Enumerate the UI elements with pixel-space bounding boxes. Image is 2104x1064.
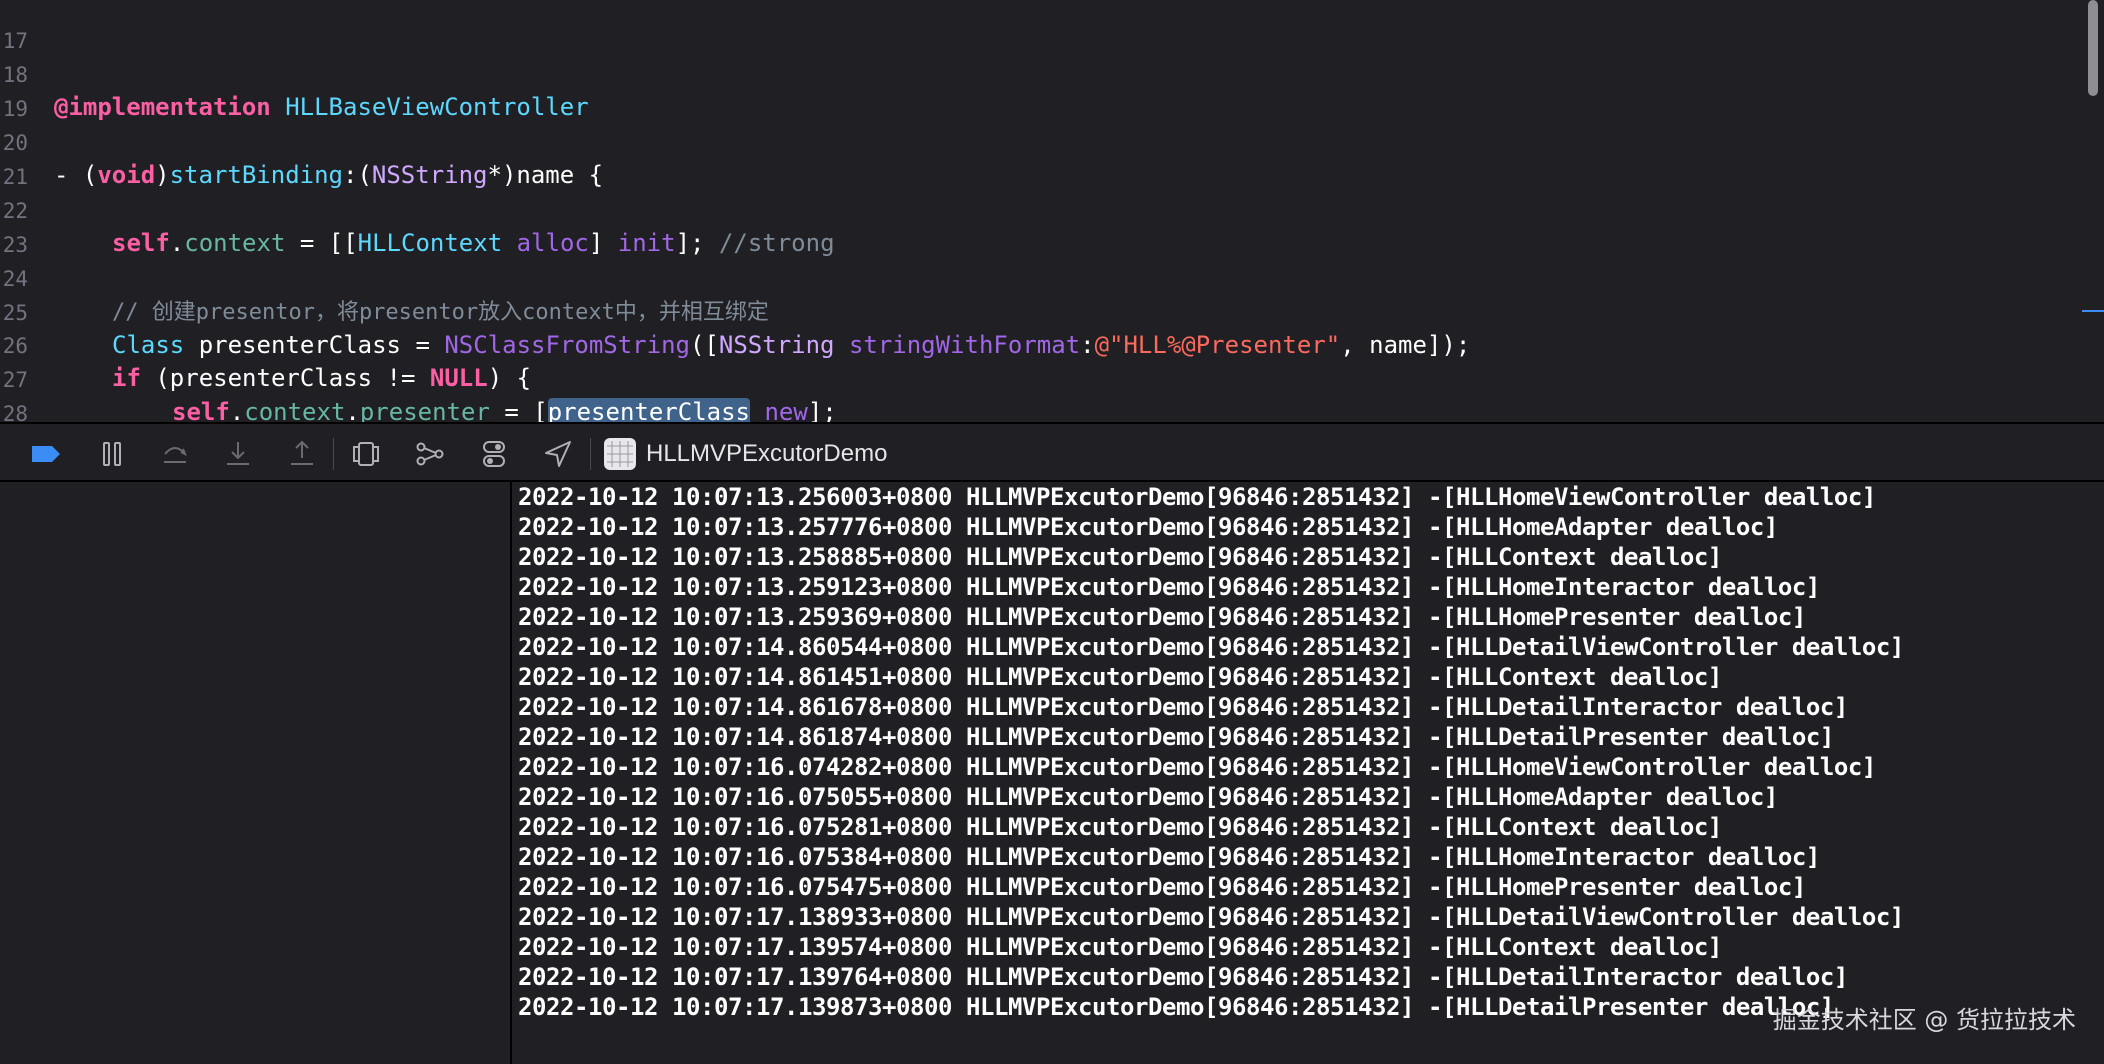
memory-graph-button[interactable] bbox=[414, 438, 446, 470]
code-line[interactable]: 28 self.context.presenter.context = self… bbox=[0, 366, 2080, 422]
code-line[interactable]: 24 // 创建presentor，将presentor放入context中，并… bbox=[0, 231, 2080, 325]
variables-view[interactable] bbox=[0, 482, 512, 1064]
breakpoint-toggle-icon bbox=[32, 446, 60, 462]
change-marker bbox=[2082, 310, 2104, 312]
console-line: 2022-10-12 10:07:13.258885+0800 HLLMVPEx… bbox=[518, 543, 1722, 571]
console-line: 2022-10-12 10:07:13.257776+0800 HLLMVPEx… bbox=[518, 513, 1778, 541]
console-line: 2022-10-12 10:07:13.259123+0800 HLLMVPEx… bbox=[518, 573, 1820, 601]
environment-overrides-button[interactable] bbox=[478, 438, 510, 470]
console-line: 2022-10-12 10:07:16.075475+0800 HLLMVPEx… bbox=[518, 873, 1806, 901]
scheme-selector-label[interactable]: HLLMVPExcutorDemo bbox=[646, 436, 887, 472]
toolbar-divider bbox=[333, 438, 334, 470]
console-line: 2022-10-12 10:07:13.256003+0800 HLLMVPEx… bbox=[518, 483, 1876, 511]
console-line: 2022-10-12 10:07:17.139764+0800 HLLMVPEx… bbox=[518, 963, 1848, 991]
console-line: 2022-10-12 10:07:14.861451+0800 HLLMVPEx… bbox=[518, 663, 1722, 691]
debug-console[interactable]: 2022-10-12 10:07:13.256003+0800 HLLMVPEx… bbox=[512, 482, 2104, 1064]
debug-toolbar: HLLMVPExcutorDemo bbox=[0, 422, 2104, 482]
console-line: 2022-10-12 10:07:14.861678+0800 HLLMVPEx… bbox=[518, 693, 1848, 721]
toolbar-divider bbox=[590, 438, 591, 470]
console-line: 2022-10-12 10:07:14.861874+0800 HLLMVPEx… bbox=[518, 723, 1834, 751]
pause-button[interactable] bbox=[96, 438, 128, 470]
step-into-icon bbox=[227, 442, 249, 465]
console-line: 2022-10-12 10:07:16.074282+0800 HLLMVPEx… bbox=[518, 753, 1876, 781]
breakpoint-toggle-button[interactable] bbox=[30, 438, 62, 470]
console-line: 2022-10-12 10:07:16.075055+0800 HLLMVPEx… bbox=[518, 783, 1778, 811]
simulate-location-button[interactable] bbox=[542, 438, 574, 470]
step-out-icon bbox=[291, 440, 313, 465]
environment-overrides-icon bbox=[483, 441, 505, 467]
location-icon bbox=[545, 441, 571, 467]
code-line[interactable]: 22 self.context = [[HLLContext alloc] in… bbox=[0, 163, 2080, 257]
code-line[interactable]: 27 self.context.presenter = [presenterCl… bbox=[0, 332, 2080, 422]
step-into-button[interactable] bbox=[222, 438, 254, 470]
pause-icon bbox=[103, 442, 121, 466]
console-line: 2022-10-12 10:07:16.075281+0800 HLLMVPEx… bbox=[518, 813, 1722, 841]
console-line: 2022-10-12 10:07:17.139574+0800 HLLMVPEx… bbox=[518, 933, 1722, 961]
code-line[interactable]: 20 - (void)startBinding:(NSString*)name … bbox=[0, 95, 2080, 189]
code-line[interactable]: 25 Class presenterClass = NSClassFromStr… bbox=[0, 265, 2080, 359]
step-over-icon bbox=[164, 447, 187, 463]
code-line[interactable]: 26 if (presenterClass != NULL) { bbox=[0, 298, 2080, 392]
console-line: 2022-10-12 10:07:17.139873+0800 HLLMVPEx… bbox=[518, 993, 1834, 1021]
view-hierarchy-button[interactable] bbox=[350, 438, 382, 470]
step-out-button[interactable] bbox=[286, 438, 318, 470]
memory-graph-icon bbox=[416, 442, 444, 466]
code-line[interactable]: 23 bbox=[0, 197, 2080, 257]
step-over-button[interactable] bbox=[159, 438, 191, 470]
console-line: 2022-10-12 10:07:13.259369+0800 HLLMVPEx… bbox=[518, 603, 1806, 631]
console-line: 2022-10-12 10:07:17.138933+0800 HLLMVPEx… bbox=[518, 903, 1904, 931]
code-line[interactable]: 29 } bbox=[0, 400, 2080, 422]
code-line[interactable]: 18 @implementation HLLBaseViewController bbox=[0, 27, 2080, 121]
code-editor[interactable]: 17 18 @implementation HLLBaseViewControl… bbox=[0, 0, 2104, 422]
watermark-text: 掘金技术社区 @ 货拉拉技术 bbox=[1772, 1006, 2076, 1034]
code-line[interactable]: 17 bbox=[0, 0, 2080, 53]
console-line: 2022-10-12 10:07:16.075384+0800 HLLMVPEx… bbox=[518, 843, 1820, 871]
editor-scrollbar[interactable] bbox=[2088, 0, 2098, 96]
view-hierarchy-icon bbox=[353, 442, 379, 466]
console-line: 2022-10-12 10:07:14.860544+0800 HLLMVPEx… bbox=[518, 633, 1904, 661]
code-line[interactable]: 19 bbox=[0, 61, 2080, 121]
app-icon bbox=[604, 438, 636, 470]
code-line[interactable]: 21 bbox=[0, 129, 2080, 189]
